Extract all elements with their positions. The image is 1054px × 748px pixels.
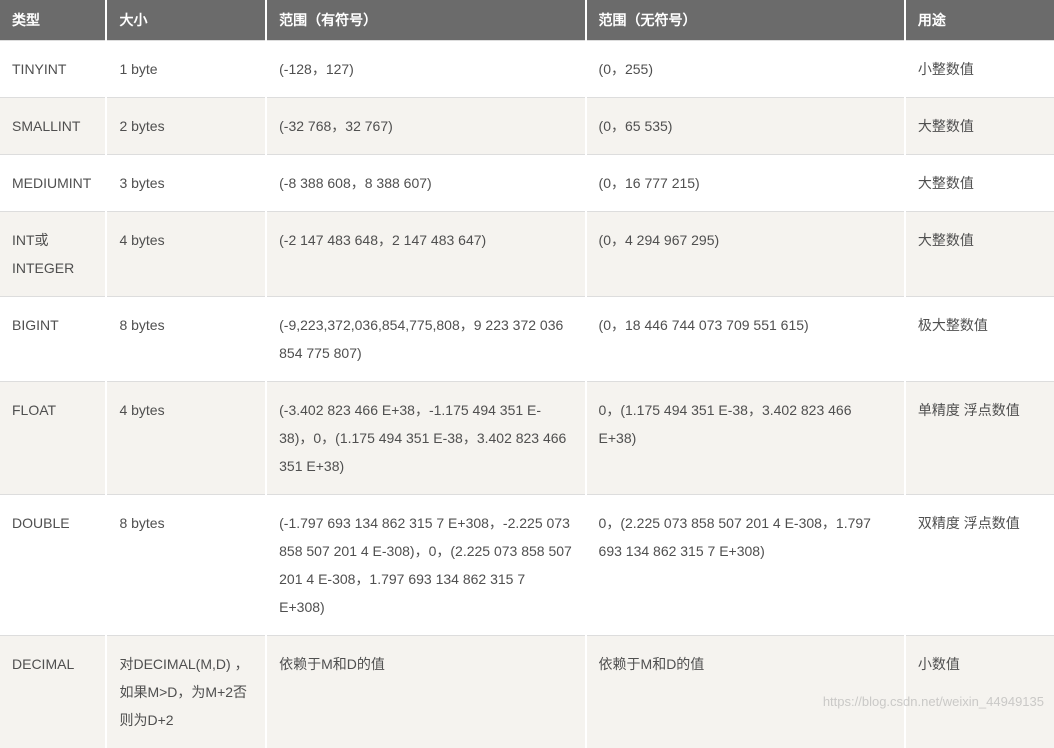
cell-unsigned: (0，255): [586, 41, 905, 98]
cell-unsigned: 0，(2.225 073 858 507 201 4 E-308，1.797 6…: [586, 495, 905, 636]
cell-size: 1 byte: [106, 41, 266, 98]
header-type: 类型: [0, 0, 106, 41]
cell-size: 对DECIMAL(M,D) ，如果M>D，为M+2否则为D+2: [106, 636, 266, 748]
cell-signed: (-2 147 483 648，2 147 483 647): [266, 212, 585, 297]
cell-type: SMALLINT: [0, 98, 106, 155]
cell-type: DOUBLE: [0, 495, 106, 636]
cell-signed: (-128，127): [266, 41, 585, 98]
cell-unsigned: 依赖于M和D的值: [586, 636, 905, 748]
cell-unsigned: (0，65 535): [586, 98, 905, 155]
cell-size: 3 bytes: [106, 155, 266, 212]
cell-type: DECIMAL: [0, 636, 106, 748]
cell-usage: 大整数值: [905, 212, 1054, 297]
cell-unsigned: 0，(1.175 494 351 E-38，3.402 823 466 E+38…: [586, 382, 905, 495]
cell-type: MEDIUMINT: [0, 155, 106, 212]
cell-signed: (-9,223,372,036,854,775,808，9 223 372 03…: [266, 297, 585, 382]
cell-usage: 极大整数值: [905, 297, 1054, 382]
cell-usage: 单精度 浮点数值: [905, 382, 1054, 495]
cell-usage: 小数值: [905, 636, 1054, 748]
cell-signed: 依赖于M和D的值: [266, 636, 585, 748]
table-row: FLOAT 4 bytes (-3.402 823 466 E+38，-1.17…: [0, 382, 1054, 495]
header-size: 大小: [106, 0, 266, 41]
cell-type: BIGINT: [0, 297, 106, 382]
header-usage: 用途: [905, 0, 1054, 41]
cell-size: 4 bytes: [106, 212, 266, 297]
table-header-row: 类型 大小 范围（有符号） 范围（无符号） 用途: [0, 0, 1054, 41]
cell-usage: 小整数值: [905, 41, 1054, 98]
datatype-table: 类型 大小 范围（有符号） 范围（无符号） 用途 TINYINT 1 byte …: [0, 0, 1054, 748]
cell-type: INT或INTEGER: [0, 212, 106, 297]
cell-size: 8 bytes: [106, 495, 266, 636]
cell-size: 2 bytes: [106, 98, 266, 155]
cell-usage: 双精度 浮点数值: [905, 495, 1054, 636]
cell-unsigned: (0，4 294 967 295): [586, 212, 905, 297]
table-row: INT或INTEGER 4 bytes (-2 147 483 648，2 14…: [0, 212, 1054, 297]
cell-usage: 大整数值: [905, 155, 1054, 212]
cell-signed: (-32 768，32 767): [266, 98, 585, 155]
cell-type: FLOAT: [0, 382, 106, 495]
cell-unsigned: (0，18 446 744 073 709 551 615): [586, 297, 905, 382]
cell-usage: 大整数值: [905, 98, 1054, 155]
table-row: DOUBLE 8 bytes (-1.797 693 134 862 315 7…: [0, 495, 1054, 636]
cell-size: 4 bytes: [106, 382, 266, 495]
table-row: DECIMAL 对DECIMAL(M,D) ，如果M>D，为M+2否则为D+2 …: [0, 636, 1054, 748]
cell-signed: (-1.797 693 134 862 315 7 E+308，-2.225 0…: [266, 495, 585, 636]
header-unsigned: 范围（无符号）: [586, 0, 905, 41]
table-row: SMALLINT 2 bytes (-32 768，32 767) (0，65 …: [0, 98, 1054, 155]
header-signed: 范围（有符号）: [266, 0, 585, 41]
cell-size: 8 bytes: [106, 297, 266, 382]
cell-type: TINYINT: [0, 41, 106, 98]
cell-signed: (-3.402 823 466 E+38，-1.175 494 351 E-38…: [266, 382, 585, 495]
table-row: MEDIUMINT 3 bytes (-8 388 608，8 388 607)…: [0, 155, 1054, 212]
table-row: BIGINT 8 bytes (-9,223,372,036,854,775,8…: [0, 297, 1054, 382]
cell-unsigned: (0，16 777 215): [586, 155, 905, 212]
cell-signed: (-8 388 608，8 388 607): [266, 155, 585, 212]
table-row: TINYINT 1 byte (-128，127) (0，255) 小整数值: [0, 41, 1054, 98]
